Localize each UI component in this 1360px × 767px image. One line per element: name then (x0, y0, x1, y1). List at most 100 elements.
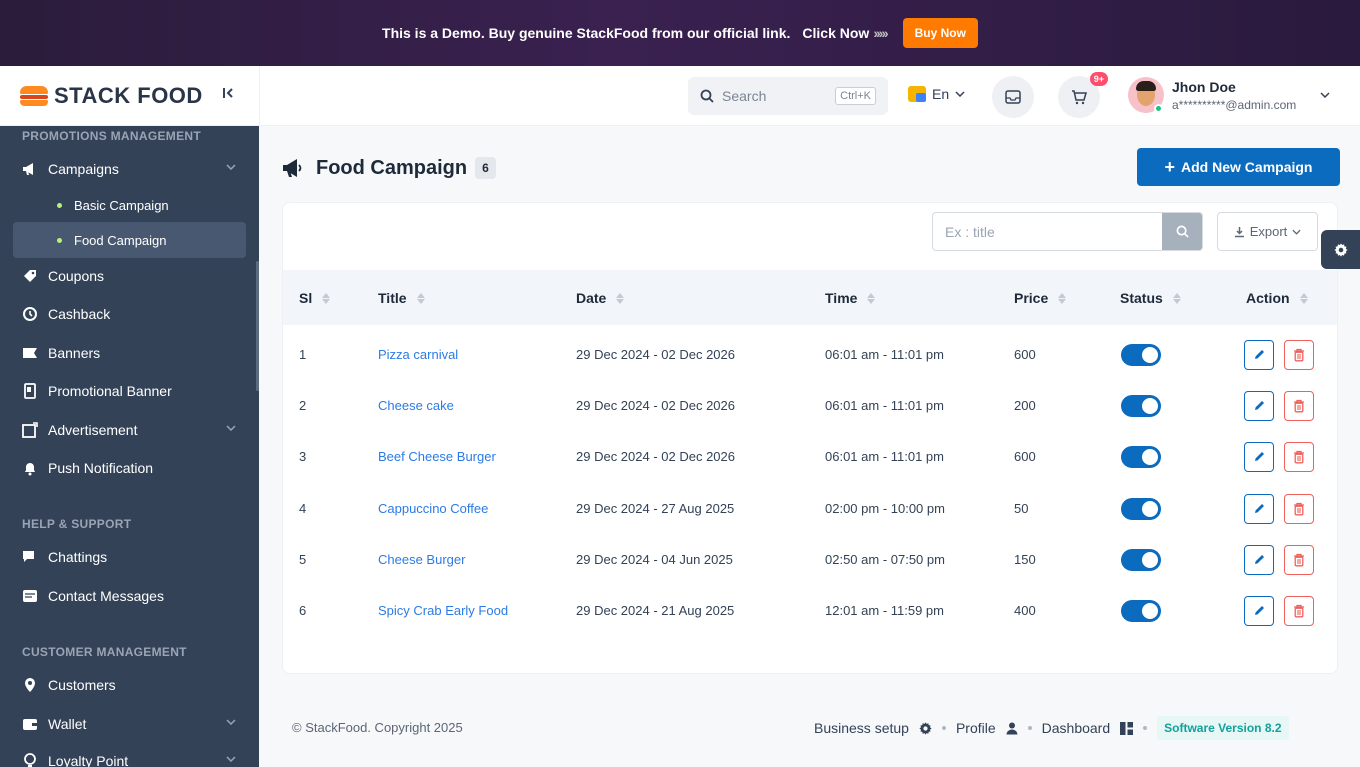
sort-icon (416, 292, 425, 304)
footer-business-setup-link[interactable]: Business setup (814, 720, 909, 736)
column-header-status[interactable]: Status (1120, 290, 1181, 306)
sidebar-item-advertisement[interactable]: Advertisement (13, 412, 246, 448)
status-toggle[interactable] (1121, 343, 1161, 366)
trash-icon (1294, 348, 1304, 361)
sidebar-item-push-notification[interactable]: Push Notification (13, 450, 246, 486)
sidebar-scrollbar[interactable] (256, 261, 259, 391)
cell-sl: 3 (299, 449, 307, 464)
dashboard-icon[interactable] (1120, 721, 1134, 735)
cell-title-link[interactable]: Spicy Crab Early Food (378, 585, 508, 636)
delete-button[interactable] (1284, 595, 1314, 626)
sidebar-subitem-basic-campaign[interactable]: Basic Campaign (13, 187, 246, 223)
export-dropdown[interactable]: Export (1217, 212, 1318, 251)
cell-status (1121, 585, 1161, 636)
sidebar-item-contact-messages[interactable]: Contact Messages (13, 578, 246, 614)
table-row: 1 Pizza carnival 29 Dec 2024 - 02 Dec 2026… (283, 329, 1337, 380)
cell-price: 600 (1014, 449, 1036, 464)
edit-button[interactable] (1244, 339, 1274, 370)
column-header-action[interactable]: Action (1246, 290, 1308, 306)
cell-price: 600 (1014, 347, 1036, 362)
sidebar-item-coupons[interactable]: Coupons (13, 258, 246, 294)
demo-text: This is a Demo. Buy genuine StackFood fr… (382, 25, 791, 41)
sidebar-item-label: Campaigns (48, 161, 119, 177)
user-icon[interactable] (1006, 722, 1018, 735)
add-new-campaign-button[interactable]: + Add New Campaign (1137, 148, 1340, 186)
edit-button[interactable] (1244, 493, 1274, 524)
trash-icon (1294, 604, 1304, 617)
trash-icon (1294, 450, 1304, 463)
sidebar-item-wallet[interactable]: Wallet (13, 706, 246, 742)
edit-button[interactable] (1244, 441, 1274, 472)
edit-button[interactable] (1244, 390, 1274, 421)
status-toggle[interactable] (1121, 394, 1161, 417)
cell-title-link[interactable]: Beef Cheese Burger (378, 431, 496, 482)
cell-sl: 5 (299, 552, 307, 567)
delete-button[interactable] (1284, 493, 1314, 524)
sidebar-subitem-food-campaign[interactable]: Food Campaign (13, 222, 246, 258)
buy-now-button[interactable]: Buy Now (902, 18, 978, 48)
column-header-title[interactable]: Title (378, 290, 425, 306)
sort-icon (1299, 292, 1308, 304)
sidebar-item-cashback[interactable]: Cashback (13, 296, 246, 332)
cell-action (1244, 431, 1314, 482)
table-row: 2 Cheese cake 29 Dec 2024 - 02 Dec 2026 06:… (283, 380, 1337, 431)
cart-badge: 9+ (1089, 72, 1108, 86)
sidebar-item-campaigns[interactable]: Campaigns (13, 151, 246, 187)
sidebar-item-label: Push Notification (48, 460, 154, 476)
delete-button[interactable] (1284, 544, 1314, 575)
cell-title-link[interactable]: Cappuccino Coffee (378, 483, 488, 534)
cell-title-link[interactable]: Pizza carnival (378, 329, 458, 380)
sidebar-item-loyalty-point[interactable]: Loyalty Point (13, 743, 246, 767)
search-submit-button[interactable] (1162, 213, 1202, 250)
click-now-link[interactable]: Click Now ››››› (802, 25, 888, 41)
search-icon (1176, 225, 1189, 238)
section-customer-management: CUSTOMER MANAGEMENT (22, 645, 187, 659)
delete-button[interactable] (1284, 339, 1314, 370)
cell-title-link[interactable]: Cheese Burger (378, 534, 465, 585)
cell-date: 29 Dec 2024 - 02 Dec 2026 (576, 398, 735, 413)
sidebar-item-label: Banners (48, 345, 101, 361)
sidebar-item-promotional-banner[interactable]: Promotional Banner (13, 373, 246, 409)
delete-button[interactable] (1284, 390, 1314, 421)
delete-button[interactable] (1284, 441, 1314, 472)
sidebar-item-banners[interactable]: Banners (13, 335, 246, 371)
column-header-date[interactable]: Date (576, 290, 625, 306)
edit-button[interactable] (1244, 595, 1274, 626)
global-search[interactable]: Search Ctrl+K (688, 77, 888, 115)
export-label: Export (1249, 224, 1288, 239)
gear-icon[interactable] (919, 721, 932, 735)
pencil-icon (1254, 504, 1264, 513)
status-toggle[interactable] (1121, 548, 1161, 571)
cell-price: 150 (1014, 552, 1036, 567)
column-header-price[interactable]: Price (1014, 290, 1067, 306)
column-header-time[interactable]: Time (825, 290, 876, 306)
cell-title-link[interactable]: Cheese cake (378, 380, 454, 431)
cell-action (1244, 380, 1314, 431)
campaign-table-card: Export Sl Title Date Time Price Status A… (282, 202, 1338, 674)
language-selector[interactable]: En (908, 86, 965, 102)
search-input[interactable] (933, 213, 1162, 250)
pencil-icon (1254, 555, 1264, 564)
user-chevron-down-icon[interactable] (1320, 92, 1330, 98)
logo[interactable]: STACK FOOD (0, 66, 260, 126)
sidebar-item-label: Contact Messages (48, 588, 164, 604)
user-menu[interactable]: Jhon Doe a**********@admin.com (1128, 77, 1296, 113)
column-label: Action (1246, 290, 1290, 306)
collapse-sidebar-icon[interactable] (222, 86, 236, 105)
status-toggle[interactable] (1121, 497, 1161, 520)
footer-dashboard-link[interactable]: Dashboard (1042, 720, 1111, 736)
document-icon (21, 382, 39, 400)
sidebar-item-chattings[interactable]: Chattings (13, 539, 246, 575)
arrows-icon: ››››› (873, 25, 888, 41)
sidebar-item-customers[interactable]: Customers (13, 667, 246, 703)
status-toggle[interactable] (1121, 599, 1161, 622)
cell-sl: 1 (299, 347, 307, 362)
messages-button[interactable] (992, 76, 1034, 118)
status-toggle[interactable] (1121, 445, 1161, 468)
cell-status (1121, 483, 1161, 534)
settings-gear-button[interactable] (1321, 230, 1360, 269)
footer-profile-link[interactable]: Profile (956, 720, 996, 736)
cart-button[interactable]: 9+ (1058, 72, 1108, 118)
edit-button[interactable] (1244, 544, 1274, 575)
column-header-sl[interactable]: Sl (299, 290, 331, 306)
